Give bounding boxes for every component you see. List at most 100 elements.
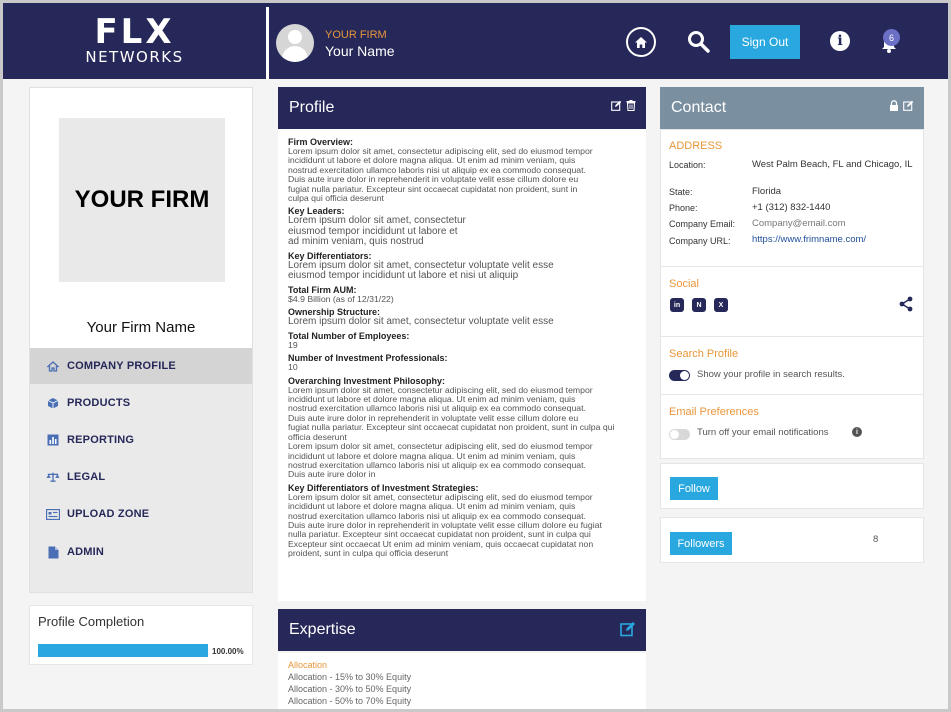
- edit-icon[interactable]: [611, 100, 622, 111]
- search-profile-heading: Search Profile: [669, 348, 739, 360]
- nav-label: LEGAL: [67, 471, 106, 483]
- profile-completion-card: Profile Completion 100.00%: [29, 605, 253, 665]
- nav-label: REPORTING: [67, 434, 135, 446]
- divider: [661, 394, 923, 395]
- profile-section-text: Lorem ipsum dolor sit amet, consectetur …: [288, 316, 554, 328]
- email-preferences-text: Turn off your email notifications: [697, 427, 829, 438]
- profile-completion-bar: [38, 644, 208, 657]
- search-button[interactable]: [686, 29, 712, 55]
- home-button[interactable]: [626, 27, 656, 57]
- url-link[interactable]: https://www.frimname.com/: [752, 234, 866, 246]
- edit-icon[interactable]: [620, 621, 636, 637]
- state-label: State:: [669, 187, 693, 197]
- location-value: West Palm Beach, FL and Chicago, IL: [752, 159, 913, 170]
- edit-icon[interactable]: [903, 100, 914, 111]
- info-icon[interactable]: i: [852, 427, 862, 437]
- contact-panel-header: Contact: [660, 87, 924, 129]
- profile-section: Key Differentiators of Investment Strate…: [288, 483, 636, 559]
- profile-section: Total Firm AUM: $4.9 Billion (as of 12/31…: [288, 285, 636, 304]
- profile-panel-body: Firm Overview: Lorem ipsum dolor sit amet…: [278, 129, 646, 601]
- sign-out-button[interactable]: Sign Out: [730, 25, 800, 59]
- expertise-panel-body: Allocation Allocation - 15% to 30% Equit…: [278, 653, 646, 709]
- social-heading: Social: [669, 278, 699, 290]
- n-network-icon[interactable]: N: [692, 298, 706, 312]
- email-notifications-toggle[interactable]: [669, 429, 690, 440]
- profile-section: Key Differentiators: Lorem ipsum dolor si…: [288, 251, 636, 282]
- nav-label: COMPANY PROFILE: [67, 360, 176, 372]
- firm-logo-area: YOUR FIRM: [30, 88, 252, 312]
- email-preferences-heading: Email Preferences: [669, 406, 759, 418]
- expertise-item: Allocation - 30% to 50% Equity: [288, 684, 412, 694]
- user-avatar[interactable]: [276, 24, 314, 62]
- search-profile-text: Show your profile in search results.: [697, 369, 845, 380]
- followers-button[interactable]: Followers: [670, 532, 732, 555]
- phone-label: Phone:: [669, 203, 698, 213]
- lock-icon[interactable]: [889, 100, 899, 111]
- follow-card: Follow: [660, 463, 924, 509]
- profile-section-title: Number of Investment Professionals:: [288, 353, 448, 364]
- profile-section-text: 10: [288, 362, 298, 373]
- email-label: Company Email:: [669, 219, 736, 229]
- profile-section-text: eiusmod tempor incididunt ut labore et n…: [288, 270, 519, 282]
- profile-completion-fill: [38, 644, 208, 657]
- profile-section: Number of Investment Professionals: 10: [288, 353, 636, 372]
- search-profile-toggle[interactable]: [669, 370, 690, 381]
- follow-button[interactable]: Follow: [670, 477, 718, 500]
- followers-card: Followers 8: [660, 517, 924, 563]
- expertise-category: Allocation: [288, 660, 328, 670]
- profile-panel-title: Profile: [289, 99, 335, 116]
- search-icon: [688, 31, 710, 53]
- app-frame: FLX NETWORKS YOUR FIRM Your Name Sign Ou…: [0, 0, 951, 712]
- profile-section: Firm Overview: Lorem ipsum dolor sit amet…: [288, 137, 636, 203]
- scale-icon: [46, 470, 60, 484]
- nav-admin[interactable]: ADMIN: [30, 534, 252, 570]
- user-firm-name: YOUR FIRM: [325, 29, 387, 41]
- expertise-panel-header: Expertise: [278, 609, 646, 651]
- email-value[interactable]: Company@email.com: [752, 218, 846, 230]
- info-icon[interactable]: i: [830, 31, 850, 51]
- profile-section: Overarching Investment Philosophy: Lorem …: [288, 376, 636, 480]
- profile-section-title: Total Number of Employees:: [288, 330, 410, 341]
- upload-card-icon: [46, 507, 60, 521]
- contact-panel-title: Contact: [671, 99, 727, 116]
- nav-label: UPLOAD ZONE: [67, 508, 150, 520]
- file-icon: [46, 545, 60, 559]
- profile-section-text: ad minim veniam, quis nostrud: [288, 236, 424, 248]
- nav-label: PRODUCTS: [67, 397, 131, 409]
- linkedin-icon[interactable]: in: [670, 298, 684, 312]
- share-icon[interactable]: [899, 296, 913, 312]
- notification-count-badge: 6: [883, 29, 900, 46]
- state-value: Florida: [752, 186, 782, 197]
- nav-products[interactable]: PRODUCTS: [30, 385, 252, 421]
- nav-reporting[interactable]: REPORTING: [30, 422, 252, 458]
- profile-section: Ownership Structure: Lorem ipsum dolor si…: [288, 307, 636, 328]
- profile-section-text: 19: [288, 339, 298, 350]
- x-twitter-icon[interactable]: X: [714, 298, 728, 312]
- profile-completion-percent: 100.00%: [212, 647, 244, 656]
- profile-panel-header: Profile: [278, 87, 646, 129]
- profile-section-text: $4.9 Billion (as of 12/31/22): [288, 293, 394, 304]
- firm-name: Your Firm Name: [30, 312, 252, 348]
- logo-main-text: FLX: [94, 12, 175, 52]
- expertise-item: Allocation - 50% to 70% Equity: [288, 696, 412, 706]
- profile-section-text: culpa qui officia deserunt: [288, 193, 384, 204]
- bar-chart-icon: [46, 433, 60, 447]
- user-name: Your Name: [325, 43, 395, 59]
- divider: [661, 336, 923, 337]
- nav-legal[interactable]: LEGAL: [30, 459, 252, 495]
- profile-section: Total Number of Employees: 19: [288, 331, 636, 350]
- profile-section: Key Leaders: Lorem ipsum dolor sit amet, …: [288, 206, 636, 248]
- phone-value: +1 (312) 832-1440: [752, 202, 831, 213]
- followers-count: 8: [873, 534, 879, 545]
- box-icon: [46, 396, 60, 410]
- nav-upload-zone[interactable]: UPLOAD ZONE: [30, 496, 252, 532]
- nav-label: ADMIN: [67, 546, 105, 558]
- company-sidebar: YOUR FIRM Your Firm Name COMPANY PROFILE…: [29, 87, 253, 593]
- firm-logo: YOUR FIRM: [59, 118, 225, 282]
- flx-logo[interactable]: FLX NETWORKS: [3, 3, 266, 79]
- nav-company-profile[interactable]: COMPANY PROFILE: [30, 348, 252, 384]
- trash-icon[interactable]: [626, 100, 636, 111]
- top-bar: FLX NETWORKS YOUR FIRM Your Name Sign Ou…: [3, 3, 948, 79]
- contact-panel-body: ADDRESS Location: West Palm Beach, FL an…: [660, 129, 924, 459]
- expertise-panel-title: Expertise: [289, 621, 356, 638]
